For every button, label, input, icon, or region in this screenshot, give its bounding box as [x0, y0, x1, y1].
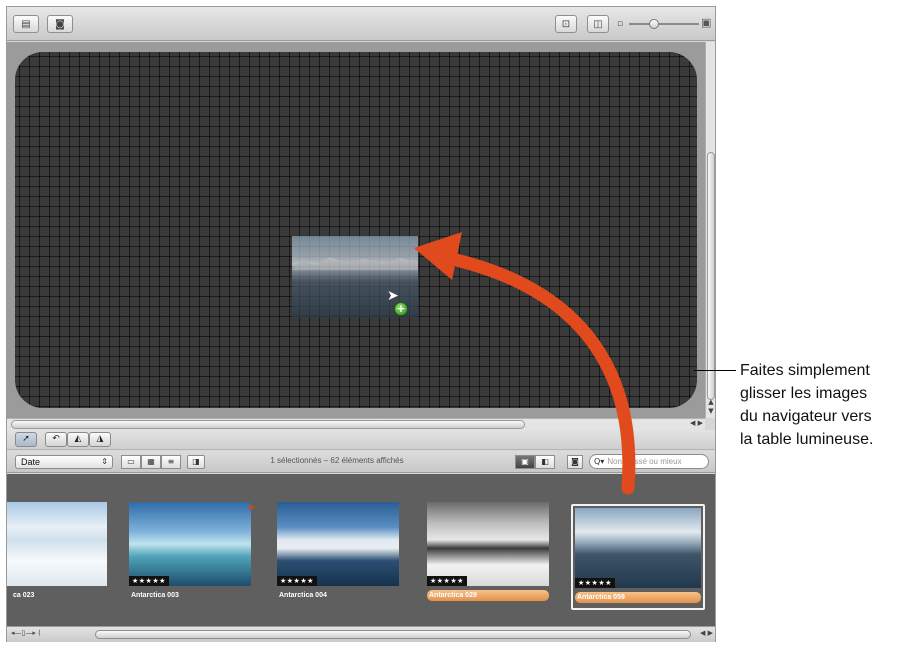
- lighttable-area: ➤ +: [7, 42, 705, 418]
- brush-tool[interactable]: ◮: [89, 432, 111, 447]
- stack-icon: ▣: [521, 457, 529, 466]
- callout-text: Faites simplement glisser les images du …: [740, 359, 912, 451]
- select-arrows-icon: ⇕: [101, 457, 108, 466]
- status-text: 1 sélectionnés – 62 éléments affichés: [270, 456, 404, 465]
- bottom-bar: ◂—▯—▸ ( ◀ ▶: [7, 626, 715, 642]
- grid-view-icon: ▦: [147, 457, 155, 466]
- callout-line-2: glisser les images: [740, 385, 868, 402]
- rating-stars: ★★★★★: [427, 576, 467, 586]
- list-view-icon: ≡: [167, 457, 175, 466]
- stamp-tool[interactable]: ◭: [67, 432, 89, 447]
- light-table[interactable]: ➤ +: [15, 52, 697, 408]
- lift-tool-icon: ↶: [52, 434, 60, 444]
- thumbnail-caption: ca 023: [13, 592, 35, 599]
- app-window: ▤ ◙ ⊡ ◫ ▫ ▣ ➤ + ▲ ▼ ◀ ▶ ➚ ↶ ◭ ◮ Date ⇕ ▭…: [6, 6, 716, 642]
- browser-thumbnail[interactable]: ★★★★★ Antarctica 003: [127, 500, 251, 608]
- browser-scroll-arrows-icon[interactable]: ◀ ▶: [700, 629, 713, 637]
- top-toolbar: ▤ ◙ ⊡ ◫ ▫ ▣: [7, 7, 715, 41]
- browser-thumbnail[interactable]: ★★★★★ Antarctica 029: [425, 500, 549, 608]
- grid-arrange-icon: ▤: [21, 18, 31, 30]
- grid-view-button[interactable]: ▦: [141, 455, 161, 469]
- callout-line-3: du navigateur vers: [740, 408, 872, 425]
- scroll-up-icon[interactable]: ▲: [706, 398, 716, 406]
- brush-tool-icon: ◮: [96, 434, 104, 444]
- rating-stars: ★★★★★: [575, 578, 615, 588]
- callout-line: [694, 370, 736, 371]
- pointer-tool[interactable]: ➚: [15, 432, 37, 447]
- zoom-slider[interactable]: [629, 23, 699, 25]
- search-input[interactable]: Q▾ Non classé ou mieux: [589, 454, 709, 469]
- grid-arrange-button[interactable]: ▤: [13, 15, 39, 33]
- browser-thumbnail[interactable]: ★★★★★ Antarctica 004: [275, 500, 399, 608]
- large-size-icon: ▣: [701, 16, 712, 29]
- thumbnail-caption: Antarctica 029: [427, 590, 549, 601]
- search-icon: Q▾: [594, 457, 605, 466]
- stamp-tool-icon: ◭: [74, 434, 82, 444]
- lift-tool[interactable]: ↶: [45, 432, 67, 447]
- thumbnail-caption: Antarctica 004: [279, 592, 327, 599]
- browser-thumbnail[interactable]: ★ ca 023: [7, 500, 107, 608]
- callout-line-4: la table lumineuse.: [740, 431, 874, 448]
- filmstrip-view-button[interactable]: ▭: [121, 455, 141, 469]
- filter-hud-button[interactable]: ◙: [567, 455, 583, 469]
- rating-stars: ★★★★★: [277, 576, 317, 586]
- zoom-slider-knob[interactable]: [649, 19, 659, 29]
- browser-scroll-thumb[interactable]: [95, 630, 691, 639]
- pointer-icon: ➚: [22, 434, 30, 444]
- vertical-scroll-thumb[interactable]: [707, 152, 715, 400]
- filter-icon: ◙: [571, 457, 579, 466]
- zoom-fit-icon: ⊡: [561, 18, 571, 30]
- thumbnail-image: [277, 502, 399, 586]
- thumbnail-image: [7, 502, 107, 586]
- stack-view-button[interactable]: ▣: [515, 455, 535, 469]
- scroll-arrows-icon[interactable]: ◀ ▶: [690, 419, 703, 427]
- aperture-screen: ▤ ◙ ⊡ ◫ ▫ ▣ ➤ + ▲ ▼ ◀ ▶ ➚ ↶ ◭ ◮ Date ⇕ ▭…: [0, 0, 914, 648]
- sort-select[interactable]: Date ⇕: [15, 455, 113, 469]
- small-size-icon: ▫: [617, 19, 624, 29]
- layout-toggle-icon: ◫: [593, 18, 603, 30]
- vertical-scrollbar[interactable]: ▲ ▼: [705, 42, 715, 418]
- thumbnail-caption: Antarctica 059: [575, 592, 701, 603]
- zoom-fit-button[interactable]: ⊡: [555, 15, 577, 33]
- horizontal-scroll-thumb[interactable]: [11, 420, 525, 429]
- camera-import-button[interactable]: ◙: [47, 15, 73, 33]
- compare-icon: ◧: [541, 457, 549, 466]
- info-toggle-button[interactable]: ◨: [187, 455, 205, 469]
- sort-select-label: Date: [21, 457, 41, 467]
- layout-toggle-button[interactable]: ◫: [587, 15, 609, 33]
- thumbnail-image: [427, 502, 549, 586]
- add-plus-icon: +: [394, 302, 408, 316]
- filter-bar: Date ⇕ ▭ ▦ ≡ ◨ 1 sélectionnés – 62 éléme…: [7, 451, 715, 473]
- rating-stars: ★★★★★: [129, 576, 169, 586]
- compare-view-button[interactable]: ◧: [535, 455, 555, 469]
- thumbnail-image: [129, 502, 251, 586]
- image-browser: ★ ca 023 ★★★★★ Antarctica 003 ⚑ ★★★★★ An…: [7, 474, 715, 626]
- camera-import-icon: ◙: [55, 18, 65, 30]
- callout-line-1: Faites simplement: [740, 362, 870, 379]
- flag-icon: ⚑: [247, 504, 256, 514]
- info-panel-icon: ◨: [192, 457, 200, 466]
- filmstrip-icon: ▭: [127, 457, 135, 466]
- mountains-image: [292, 257, 418, 270]
- tools-bar: ➚ ↶ ◭ ◮: [7, 430, 715, 450]
- list-view-button[interactable]: ≡: [161, 455, 181, 469]
- search-placeholder: Non classé ou mieux: [607, 457, 682, 466]
- horizontal-scrollbar[interactable]: ◀ ▶: [7, 418, 705, 430]
- browser-thumbnail-selected[interactable]: ★★★★★ Antarctica 059: [571, 504, 705, 610]
- thumbnail-caption: Antarctica 003: [131, 592, 179, 599]
- thumbnail-image: [575, 508, 701, 588]
- thumbnail-size-slider-icon[interactable]: ◂—▯—▸ (: [11, 629, 41, 637]
- scroll-down-icon[interactable]: ▼: [706, 407, 716, 415]
